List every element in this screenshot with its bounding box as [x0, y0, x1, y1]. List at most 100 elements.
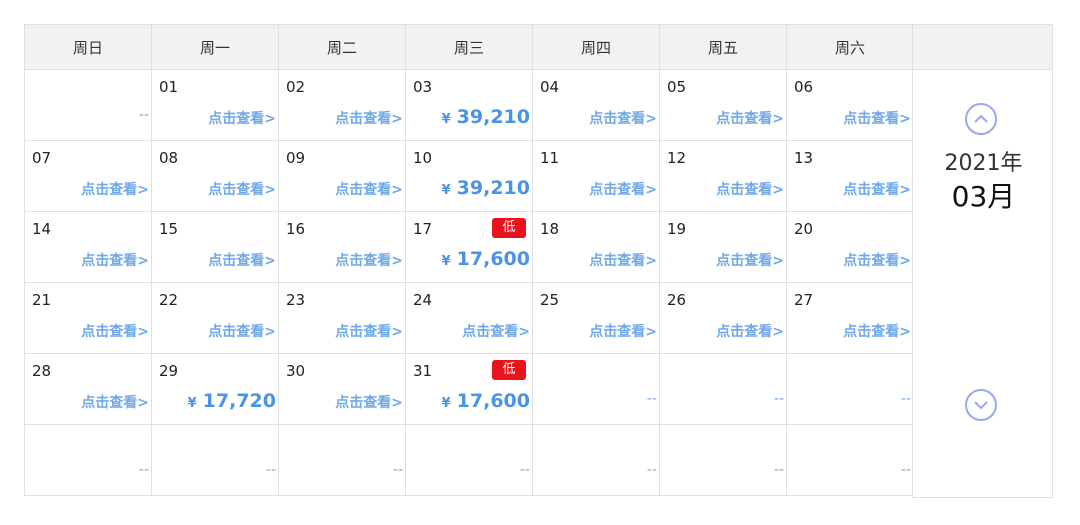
view-details-link[interactable]: 点击查看> — [589, 250, 657, 270]
view-details-link[interactable]: 点击查看> — [208, 321, 276, 341]
view-details-link[interactable]: 点击查看> — [81, 392, 149, 412]
day-cell: -- — [786, 424, 914, 496]
view-details-link[interactable]: 点击查看> — [81, 321, 149, 341]
no-data-mark: -- — [138, 462, 149, 478]
view-details-link[interactable]: 点击查看> — [335, 392, 403, 412]
week-row: -- 01 点击查看> 02 点击查看> 03 ¥39,210 04 点击查看> 05 点击查看> 0… — [24, 69, 914, 141]
day-cell[interactable]: 18 点击查看> — [532, 211, 660, 283]
view-details-link[interactable]: 点击查看> — [843, 108, 911, 128]
day-cell[interactable]: 16 点击查看> — [278, 211, 406, 283]
day-number: 23 — [286, 291, 306, 309]
view-details-link[interactable]: 点击查看> — [716, 179, 784, 199]
day-number: 19 — [667, 220, 687, 238]
chevron-up-icon[interactable] — [965, 103, 997, 135]
day-cell[interactable]: 29 ¥17,720 — [151, 353, 279, 425]
no-data-mark: -- — [138, 107, 149, 123]
day-cell: -- — [405, 424, 533, 496]
day-cell[interactable]: 24 点击查看> — [405, 282, 533, 354]
day-price[interactable]: ¥17,600 — [442, 390, 530, 412]
view-details-link[interactable]: 点击查看> — [589, 321, 657, 341]
day-cell[interactable]: 08 点击查看> — [151, 140, 279, 212]
day-price[interactable]: ¥17,600 — [442, 248, 530, 270]
day-cell: -- — [786, 353, 914, 425]
day-cell: -- — [659, 424, 787, 496]
view-details-link[interactable]: 点击查看> — [843, 250, 911, 270]
weekday-header: 周六 — [786, 24, 914, 70]
view-details-link[interactable]: 点击查看> — [81, 250, 149, 270]
day-cell[interactable]: 23 点击查看> — [278, 282, 406, 354]
view-details-link[interactable]: 点击查看> — [335, 179, 403, 199]
view-details-link[interactable]: 点击查看> — [462, 321, 530, 341]
day-number: 13 — [794, 149, 814, 167]
day-cell[interactable]: 02 点击查看> — [278, 69, 406, 141]
day-cell[interactable]: 01 点击查看> — [151, 69, 279, 141]
view-details-link[interactable]: 点击查看> — [589, 108, 657, 128]
day-number: 27 — [794, 291, 814, 309]
day-cell[interactable]: 26 点击查看> — [659, 282, 787, 354]
view-details-link[interactable]: 点击查看> — [208, 250, 276, 270]
view-details-link[interactable]: 点击查看> — [843, 321, 911, 341]
day-number: 10 — [413, 149, 433, 167]
view-details-link[interactable]: 点击查看> — [716, 321, 784, 341]
day-cell[interactable]: 19 点击查看> — [659, 211, 787, 283]
currency-symbol: ¥ — [441, 396, 451, 411]
day-price[interactable]: ¥39,210 — [442, 177, 530, 199]
day-cell[interactable]: 22 点击查看> — [151, 282, 279, 354]
day-number: 14 — [32, 220, 52, 238]
view-details-link[interactable]: 点击查看> — [208, 108, 276, 128]
month-label: 03月 — [951, 180, 1016, 213]
day-number: 07 — [32, 149, 52, 167]
day-cell[interactable]: 20 点击查看> — [786, 211, 914, 283]
day-cell[interactable]: 31 低 ¥17,600 — [405, 353, 533, 425]
day-number: 25 — [540, 291, 560, 309]
day-cell[interactable]: 13 点击查看> — [786, 140, 914, 212]
day-number: 09 — [286, 149, 306, 167]
day-cell[interactable]: 27 点击查看> — [786, 282, 914, 354]
day-cell[interactable]: 11 点击查看> — [532, 140, 660, 212]
calendar-grid: 周日 周一 周二 周三 周四 周五 周六 -- 01 点击查看> 02 点击查看> 03 ¥… — [24, 24, 914, 496]
day-cell[interactable]: 21 点击查看> — [24, 282, 152, 354]
view-details-link[interactable]: 点击查看> — [716, 108, 784, 128]
view-details-link[interactable]: 点击查看> — [843, 179, 911, 199]
day-price[interactable]: ¥39,210 — [442, 106, 530, 128]
day-number: 22 — [159, 291, 179, 309]
day-cell[interactable]: 15 点击查看> — [151, 211, 279, 283]
day-cell[interactable]: 05 点击查看> — [659, 69, 787, 141]
day-cell[interactable]: 28 点击查看> — [24, 353, 152, 425]
day-cell[interactable]: 09 点击查看> — [278, 140, 406, 212]
day-cell[interactable]: 30 点击查看> — [278, 353, 406, 425]
view-details-link[interactable]: 点击查看> — [335, 321, 403, 341]
day-cell: -- — [24, 424, 152, 496]
view-details-link[interactable]: 点击查看> — [716, 250, 784, 270]
price-value: 17,600 — [456, 390, 530, 412]
day-cell: -- — [659, 353, 787, 425]
day-price[interactable]: ¥17,720 — [188, 390, 276, 412]
day-cell[interactable]: 17 低 ¥17,600 — [405, 211, 533, 283]
no-data-mark: -- — [392, 462, 403, 478]
weekday-header: 周一 — [151, 24, 279, 70]
price-value: 17,600 — [456, 248, 530, 270]
chevron-down-icon[interactable] — [965, 389, 997, 421]
view-details-link[interactable]: 点击查看> — [335, 108, 403, 128]
day-cell[interactable]: 12 点击查看> — [659, 140, 787, 212]
day-cell[interactable]: 14 点击查看> — [24, 211, 152, 283]
price-value: 39,210 — [456, 177, 530, 199]
weekday-header-row: 周日 周一 周二 周三 周四 周五 周六 — [24, 24, 914, 70]
view-details-link[interactable]: 点击查看> — [81, 179, 149, 199]
day-cell: -- — [532, 424, 660, 496]
week-row: 28 点击查看> 29 ¥17,720 30 点击查看> 31 低 ¥17,600 -- -- -- — [24, 353, 914, 425]
day-number: 31 — [413, 362, 433, 380]
day-cell[interactable]: 25 点击查看> — [532, 282, 660, 354]
day-cell[interactable]: 07 点击查看> — [24, 140, 152, 212]
day-cell[interactable]: 06 点击查看> — [786, 69, 914, 141]
price-value: 39,210 — [456, 106, 530, 128]
view-details-link[interactable]: 点击查看> — [208, 179, 276, 199]
view-details-link[interactable]: 点击查看> — [335, 250, 403, 270]
day-cell[interactable]: 03 ¥39,210 — [405, 69, 533, 141]
day-number: 21 — [32, 291, 52, 309]
day-cell[interactable]: 10 ¥39,210 — [405, 140, 533, 212]
day-number: 08 — [159, 149, 179, 167]
view-details-link[interactable]: 点击查看> — [589, 179, 657, 199]
day-cell[interactable]: 04 点击查看> — [532, 69, 660, 141]
day-number: 28 — [32, 362, 52, 380]
